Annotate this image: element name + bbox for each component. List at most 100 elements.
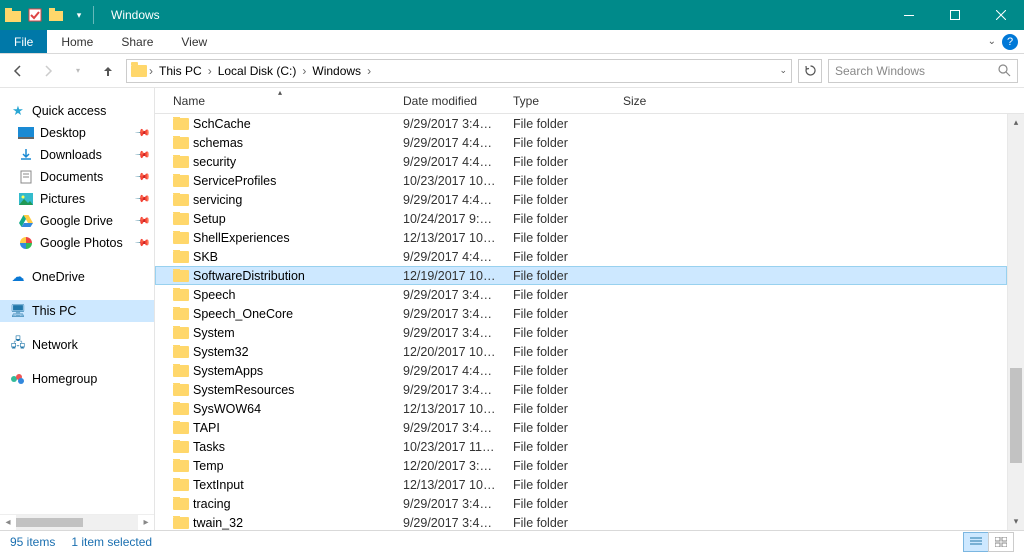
file-date: 9/29/2017 3:46 PM bbox=[395, 421, 505, 435]
properties-icon[interactable] bbox=[24, 4, 46, 26]
address-dropdown-icon[interactable]: ⌄ bbox=[779, 65, 787, 76]
details-view-button[interactable] bbox=[963, 532, 989, 552]
minimize-button[interactable] bbox=[886, 0, 932, 30]
file-row[interactable]: Speech 9/29/2017 3:46 PM File folder bbox=[155, 285, 1007, 304]
file-type: File folder bbox=[505, 421, 615, 435]
search-input[interactable] bbox=[835, 64, 998, 78]
file-row[interactable]: Speech_OneCore 9/29/2017 3:46 PM File fo… bbox=[155, 304, 1007, 323]
thumbnails-view-button[interactable] bbox=[988, 532, 1014, 552]
file-row[interactable]: Temp 12/20/2017 3:53 PM File folder bbox=[155, 456, 1007, 475]
breadcrumb-thispc[interactable]: This PC bbox=[155, 64, 206, 78]
file-row[interactable]: TextInput 12/13/2017 10:55 ... File fold… bbox=[155, 475, 1007, 494]
close-button[interactable] bbox=[978, 0, 1024, 30]
tab-home[interactable]: Home bbox=[47, 30, 107, 53]
sidebar-item-documents[interactable]: Documents 📌 bbox=[0, 166, 154, 188]
sidebar-item-downloads[interactable]: Downloads 📌 bbox=[0, 144, 154, 166]
column-size[interactable]: Size bbox=[615, 88, 695, 113]
tab-view[interactable]: View bbox=[167, 30, 221, 53]
thispc-item[interactable]: 🖥 This PC bbox=[0, 300, 154, 322]
breadcrumb-localdisk[interactable]: Local Disk (C:) bbox=[214, 64, 301, 78]
file-row[interactable]: SchCache 9/29/2017 3:46 PM File folder bbox=[155, 114, 1007, 133]
file-row[interactable]: System 9/29/2017 3:46 PM File folder bbox=[155, 323, 1007, 342]
sidebar-item-google-photos[interactable]: Google Photos 📌 bbox=[0, 232, 154, 254]
quick-access-header[interactable]: ★ Quick access bbox=[0, 100, 154, 122]
sidebar-item-pictures[interactable]: Pictures 📌 bbox=[0, 188, 154, 210]
file-row[interactable]: ServiceProfiles 10/23/2017 10:44 ... Fil… bbox=[155, 171, 1007, 190]
file-row[interactable]: SKB 9/29/2017 4:41 PM File folder bbox=[155, 247, 1007, 266]
file-date: 12/13/2017 10:55 ... bbox=[395, 478, 505, 492]
forward-button[interactable] bbox=[36, 59, 60, 83]
file-name: ServiceProfiles bbox=[193, 174, 276, 188]
pin-icon: 📌 bbox=[133, 125, 150, 142]
column-name[interactable]: ▴Name bbox=[165, 88, 395, 113]
maximize-button[interactable] bbox=[932, 0, 978, 30]
file-row[interactable]: tracing 9/29/2017 3:46 PM File folder bbox=[155, 494, 1007, 513]
sidebar-item-label: Pictures bbox=[40, 192, 85, 206]
search-icon[interactable] bbox=[998, 64, 1011, 77]
file-list[interactable]: SchCache 9/29/2017 3:46 PM File folder s… bbox=[155, 114, 1007, 530]
onedrive-item[interactable]: ☁ OneDrive bbox=[0, 266, 154, 288]
address-bar[interactable]: › This PC › Local Disk (C:) › Windows › … bbox=[126, 59, 792, 83]
file-tab[interactable]: File bbox=[0, 30, 47, 53]
file-type: File folder bbox=[505, 269, 615, 283]
file-type: File folder bbox=[505, 174, 615, 188]
refresh-button[interactable] bbox=[798, 59, 822, 83]
vertical-scrollbar[interactable]: ▴ ▾ bbox=[1007, 114, 1024, 530]
chevron-right-icon[interactable]: › bbox=[302, 64, 306, 78]
file-name: TAPI bbox=[193, 421, 220, 435]
file-type: File folder bbox=[505, 136, 615, 150]
pin-icon: 📌 bbox=[133, 147, 150, 164]
file-date: 9/29/2017 3:46 PM bbox=[395, 497, 505, 511]
file-row[interactable]: Setup 10/24/2017 9:00 AM File folder bbox=[155, 209, 1007, 228]
file-row[interactable]: schemas 9/29/2017 4:42 PM File folder bbox=[155, 133, 1007, 152]
file-row[interactable]: SysWOW64 12/13/2017 10:56 ... File folde… bbox=[155, 399, 1007, 418]
file-type: File folder bbox=[505, 250, 615, 264]
file-row[interactable]: twain_32 9/29/2017 3:46 PM File folder bbox=[155, 513, 1007, 530]
folder-app-icon[interactable] bbox=[2, 4, 24, 26]
network-item[interactable]: 🖧 Network bbox=[0, 334, 154, 356]
new-folder-icon[interactable] bbox=[46, 4, 68, 26]
documents-icon bbox=[18, 169, 34, 185]
chevron-right-icon[interactable]: › bbox=[149, 64, 153, 78]
column-date[interactable]: Date modified bbox=[395, 88, 505, 113]
sidebar-item-desktop[interactable]: Desktop 📌 bbox=[0, 122, 154, 144]
navpane-scrollbar[interactable]: ◂▸ bbox=[0, 514, 154, 530]
search-box[interactable] bbox=[828, 59, 1018, 83]
file-date: 12/13/2017 10:55 ... bbox=[395, 231, 505, 245]
file-row[interactable]: Tasks 10/23/2017 11:07 ... File folder bbox=[155, 437, 1007, 456]
file-type: File folder bbox=[505, 459, 615, 473]
qat-dropdown-icon[interactable]: ▾ bbox=[68, 4, 90, 26]
folder-icon bbox=[173, 213, 189, 225]
recent-dropdown-icon[interactable]: ▾ bbox=[66, 59, 90, 83]
chevron-right-icon[interactable]: › bbox=[208, 64, 212, 78]
file-row[interactable]: TAPI 9/29/2017 3:46 PM File folder bbox=[155, 418, 1007, 437]
file-row[interactable]: servicing 9/29/2017 4:41 PM File folder bbox=[155, 190, 1007, 209]
sidebar-item-google-drive[interactable]: Google Drive 📌 bbox=[0, 210, 154, 232]
up-button[interactable] bbox=[96, 59, 120, 83]
file-row[interactable]: SoftwareDistribution 12/19/2017 10:48 ..… bbox=[155, 266, 1007, 285]
file-name: SoftwareDistribution bbox=[193, 269, 305, 283]
column-type[interactable]: Type bbox=[505, 88, 615, 113]
file-date: 9/29/2017 3:46 PM bbox=[395, 516, 505, 530]
folder-icon bbox=[173, 517, 189, 529]
tab-share[interactable]: Share bbox=[107, 30, 167, 53]
file-name: ShellExperiences bbox=[193, 231, 290, 245]
file-date: 12/20/2017 3:53 PM bbox=[395, 459, 505, 473]
back-button[interactable] bbox=[6, 59, 30, 83]
file-row[interactable]: SystemApps 9/29/2017 4:42 PM File folder bbox=[155, 361, 1007, 380]
homegroup-item[interactable]: Homegroup bbox=[0, 368, 154, 390]
breadcrumb-windows[interactable]: Windows bbox=[308, 64, 365, 78]
ribbon-expand-icon[interactable]: ⌄ bbox=[988, 36, 996, 47]
thispc-label: This PC bbox=[32, 304, 76, 318]
file-name: Temp bbox=[193, 459, 224, 473]
file-row[interactable]: security 9/29/2017 4:42 PM File folder bbox=[155, 152, 1007, 171]
file-row[interactable]: SystemResources 9/29/2017 3:46 PM File f… bbox=[155, 380, 1007, 399]
file-row[interactable]: ShellExperiences 12/13/2017 10:55 ... Fi… bbox=[155, 228, 1007, 247]
file-type: File folder bbox=[505, 497, 615, 511]
file-name: SchCache bbox=[193, 117, 251, 131]
navigation-bar: ▾ › This PC › Local Disk (C:) › Windows … bbox=[0, 54, 1024, 88]
chevron-right-icon[interactable]: › bbox=[367, 64, 371, 78]
help-icon[interactable]: ? bbox=[1002, 34, 1018, 50]
file-row[interactable]: System32 12/20/2017 10:59 ... File folde… bbox=[155, 342, 1007, 361]
quick-access-toolbar: ▾ bbox=[0, 4, 99, 26]
